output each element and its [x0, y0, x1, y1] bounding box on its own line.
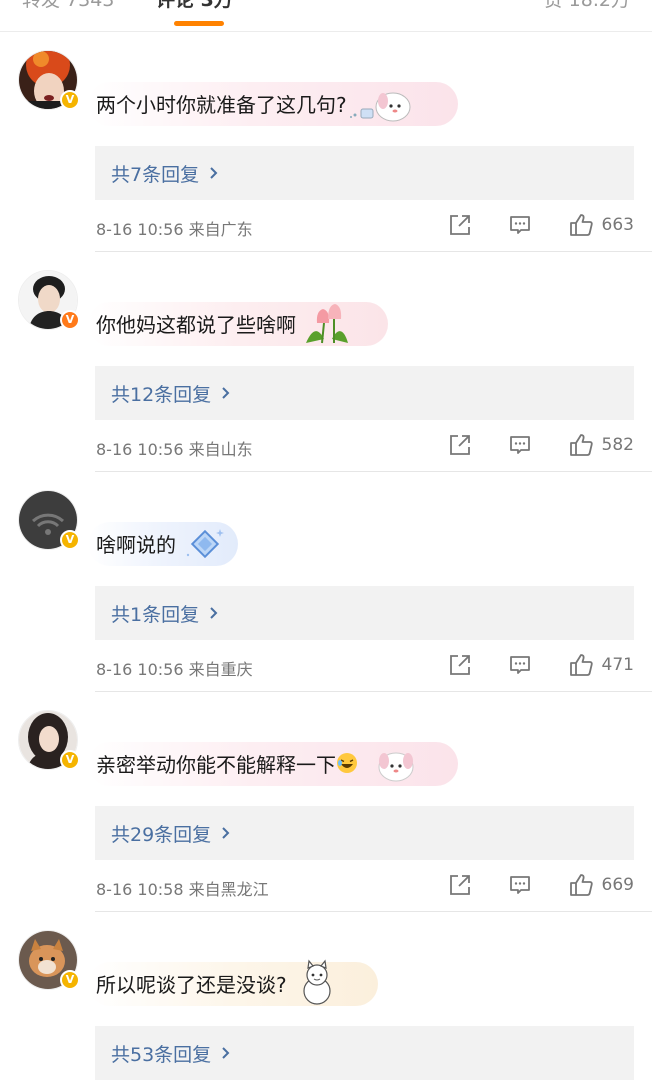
view-replies-button[interactable]: 共29条回复 — [95, 806, 634, 860]
comment-text: 所以呢谈了还是没谈? — [96, 972, 287, 997]
share-icon[interactable] — [448, 433, 472, 457]
replies-count-label: 共29条回复 — [111, 823, 212, 846]
active-tab-indicator — [174, 21, 224, 26]
tulip-sticker-icon — [306, 304, 348, 344]
laughing-emoji-icon — [337, 753, 357, 773]
avatar[interactable]: V — [18, 930, 80, 990]
comment-actions: 471 — [448, 648, 634, 682]
like-count: 582 — [601, 435, 634, 455]
comment-item: V 你他妈这都说了些啥啊 共12条回复 8-16 10:56 来自山东 582 — [0, 252, 652, 472]
comment-meta: 8-16 10:56 来自山东 — [96, 440, 253, 459]
comment-actions: 663 — [448, 208, 634, 242]
chevron-right-icon — [222, 387, 230, 399]
replies-count-label: 共1条回复 — [111, 603, 200, 626]
chevron-right-icon — [222, 1047, 230, 1059]
avatar[interactable]: V — [18, 270, 80, 330]
comment-icon[interactable] — [508, 213, 532, 237]
comment-icon[interactable] — [508, 433, 532, 457]
share-icon[interactable] — [448, 653, 472, 677]
thumbs-up-icon[interactable] — [568, 432, 594, 458]
replies-count-label: 共53条回复 — [111, 1043, 212, 1066]
view-replies-button[interactable]: 共1条回复 — [95, 586, 634, 640]
chevron-right-icon — [222, 827, 230, 839]
thumbs-up-icon[interactable] — [568, 212, 594, 238]
like-count: 471 — [601, 655, 634, 675]
share-icon[interactable] — [448, 213, 472, 237]
tab-bar: 转发 7343 评论 3万 赞 18.2万 — [0, 0, 652, 32]
puppy-sticker-icon — [349, 92, 411, 122]
comment-text: 你他妈这都说了些啥啊 — [96, 312, 296, 337]
comment-text: 亲密举动你能不能解释一下 — [96, 752, 336, 777]
comment-icon[interactable] — [508, 653, 532, 677]
comment-item: V 所以呢谈了还是没谈? 共53条回复 — [0, 912, 652, 1080]
tab-repost[interactable]: 转发 7343 — [22, 0, 114, 12]
replies-count-label: 共7条回复 — [111, 163, 200, 186]
verified-badge-icon: V — [60, 970, 80, 990]
view-replies-button[interactable]: 共12条回复 — [95, 366, 634, 420]
avatar[interactable]: V — [18, 710, 80, 770]
like-count: 669 — [601, 875, 634, 895]
verified-badge-icon: V — [60, 530, 80, 550]
comment-meta: 8-16 10:56 来自广东 — [96, 220, 253, 239]
view-replies-button[interactable]: 共7条回复 — [95, 146, 634, 200]
replies-count-label: 共12条回复 — [111, 383, 212, 406]
view-replies-button[interactable]: 共53条回复 — [95, 1026, 634, 1080]
comment-item: V 啥啊说的 共1条回复 8-16 10:56 来自重庆 471 — [0, 472, 652, 692]
comment-actions: 669 — [448, 868, 634, 902]
comment-meta: 8-16 10:56 来自重庆 — [96, 660, 253, 679]
tab-comments[interactable]: 评论 3万 — [156, 0, 233, 12]
verified-badge-icon: V — [60, 90, 80, 110]
tab-likes[interactable]: 赞 18.2万 — [544, 0, 630, 12]
avatar[interactable]: V — [18, 490, 80, 550]
chevron-right-icon — [210, 607, 218, 619]
comment-text: 两个小时你就准备了这几句? — [96, 92, 347, 117]
verified-badge-icon: V — [60, 750, 80, 770]
comment-actions: 582 — [448, 428, 634, 462]
like-count: 663 — [601, 215, 634, 235]
comment-meta: 8-16 10:58 来自黑龙江 — [96, 880, 269, 899]
cat-sticker-icon — [303, 959, 331, 1005]
chevron-right-icon — [210, 167, 218, 179]
share-icon[interactable] — [448, 873, 472, 897]
comment-item: V 两个小时你就准备了这几句? 共7条回复 8-16 10:56 来自广东 66… — [0, 32, 652, 252]
diamond-sticker-icon — [186, 529, 224, 559]
comment-text: 啥啊说的 — [96, 532, 176, 557]
verified-badge-icon: V — [60, 310, 80, 330]
comment-item: V 亲密举动你能不能解释一下 共29条回复 8-16 10:58 来自黑龙江 6… — [0, 692, 652, 912]
thumbs-up-icon[interactable] — [568, 872, 594, 898]
thumbs-up-icon[interactable] — [568, 652, 594, 678]
avatar[interactable]: V — [18, 50, 80, 110]
comment-icon[interactable] — [508, 873, 532, 897]
puppy-sticker-icon — [378, 752, 414, 782]
